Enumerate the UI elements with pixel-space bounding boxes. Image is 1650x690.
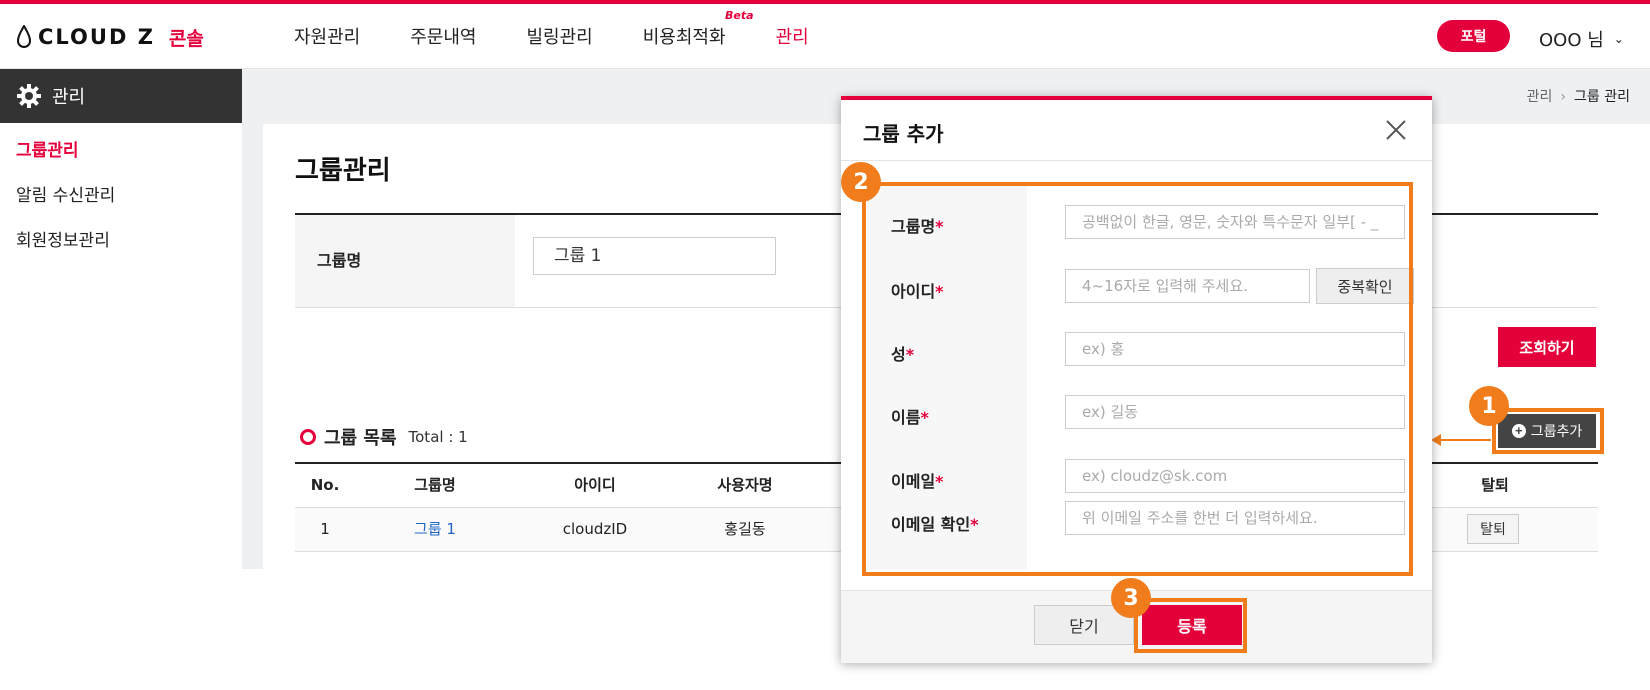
highlight-box-step3 [1134,598,1247,653]
sidebar-item-notification[interactable]: 알림 수신관리 [0,174,242,219]
cell-user: 홍길동 [724,520,766,538]
search-label: 그룹명 [295,215,515,307]
sidebar-title: 관리 [52,87,86,108]
arrow-left-icon [1431,434,1441,446]
nav-item-resources[interactable]: 자원관리 [294,23,360,49]
cell-no: 1 [320,520,330,538]
beta-badge: Beta [725,9,754,22]
column-header: 사용자명 [717,476,773,494]
sidebar-item-group-management[interactable]: 그룹관리 [0,129,242,174]
list-title: 그룹 목록 [324,428,397,449]
column-header: 아이디 [574,476,616,494]
breadcrumb-current: 그룹 관리 [1574,89,1630,105]
sidebar-header: 관리 [0,69,242,123]
close-icon[interactable] [1384,118,1408,142]
chevron-down-icon: ⌄ [1613,32,1624,46]
header: CLOUD Z 콘솔 자원관리 주문내역 빌링관리 비용최적화 Beta 관리 … [0,4,1650,69]
nav-item-cost-optimization[interactable]: 비용최적화 Beta [642,9,754,49]
cell-id: cloudzID [562,520,628,538]
sidebar-item-member-info[interactable]: 회원정보관리 [0,219,242,264]
search-button[interactable]: 조회하기 [1498,327,1596,367]
highlight-box-step2 [862,182,1413,576]
user-menu[interactable]: OOO 님 ⌄ [1539,26,1624,52]
breadcrumb-separator: › [1560,89,1567,105]
brand-name: CLOUD Z [38,25,155,49]
column-header: 그룹명 [414,476,456,494]
nav-item-billing[interactable]: 빌링관리 [527,23,593,49]
list-total: Total : 1 [408,428,468,446]
gear-icon [17,84,41,108]
nav-item-admin[interactable]: 관리 [776,23,809,49]
modal-title: 그룹 추가 [863,122,944,146]
portal-button[interactable]: 포털 [1437,20,1510,52]
highlight-box-step1 [1492,408,1604,454]
modal-header: 그룹 추가 [841,100,1432,161]
brand-sub: 콘솔 [168,27,204,50]
group-name-search-input[interactable]: 그룹 1 [533,237,776,275]
step-badge-1: 1 [1469,386,1509,426]
column-header: 탈퇴 [1481,476,1509,494]
column-header: No. [310,476,340,494]
drop-logo-icon [16,25,32,48]
logo[interactable]: CLOUD Z 콘솔 [16,22,204,52]
sidebar: 관리 그룹관리 알림 수신관리 회원정보관리 [0,69,242,569]
circle-bullet-icon [300,429,316,445]
page-title: 그룹관리 [295,156,391,186]
cell-group-link[interactable]: 그룹 1 [375,508,495,551]
list-header: 그룹 목록 Total : 1 [300,424,468,450]
breadcrumb: 관리 › 그룹 관리 [1527,86,1630,106]
step-badge-3: 3 [1111,578,1151,618]
breadcrumb-root[interactable]: 관리 [1527,89,1553,105]
user-name: OOO 님 [1539,30,1604,51]
withdraw-button[interactable]: 탈퇴 [1467,514,1519,544]
step-badge-2: 2 [841,162,881,202]
global-nav: 자원관리 주문내역 빌링관리 비용최적화 Beta 관리 [294,4,859,68]
nav-item-orders[interactable]: 주문내역 [410,23,476,49]
arrow-line [1437,439,1491,441]
nav-item-cost-optimization-label: 비용최적화 [642,27,726,48]
